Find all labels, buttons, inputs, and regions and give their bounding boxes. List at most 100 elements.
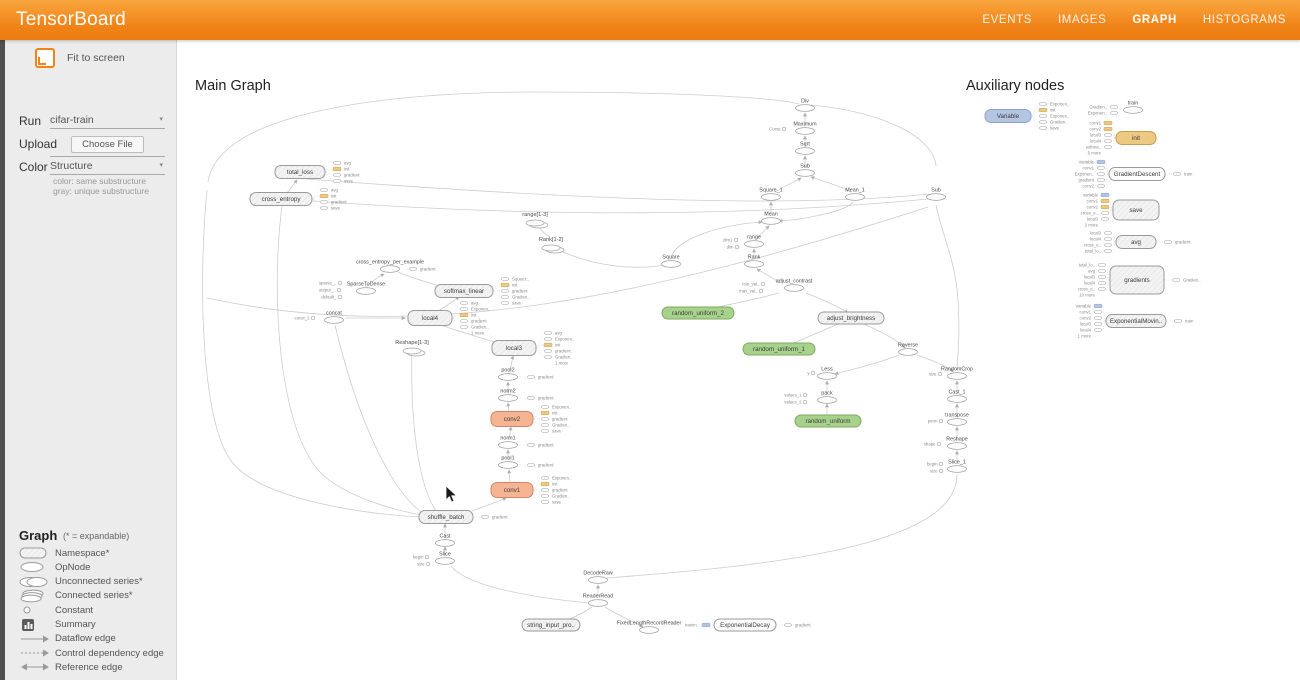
graph-node-string_input_pro[interactable]: string_input_pro.. bbox=[522, 619, 580, 631]
svg-text:conv1: conv1 bbox=[504, 487, 521, 494]
graph-node-Square[interactable]: Square bbox=[662, 255, 681, 268]
graph-node-local4[interactable]: local4avgExponen..initgradientGradien..1… bbox=[408, 301, 490, 336]
graph-node-SparseToDense[interactable]: SparseToDense bbox=[347, 282, 385, 295]
graph-node-size[interactable]: size bbox=[417, 562, 430, 567]
graph-node-adjust_brightness[interactable]: adjust_brightness bbox=[818, 312, 884, 324]
graph-node-Cast[interactable]: Cast bbox=[436, 534, 455, 547]
graph-node-values_2[interactable]: values_2 bbox=[784, 400, 807, 405]
graph-node-Sub[interactable]: Sub bbox=[796, 164, 815, 177]
svg-text:init: init bbox=[552, 411, 558, 416]
graph-node-range[interactable]: range bbox=[745, 235, 764, 248]
graph-node-max_val[interactable]: max_val.. bbox=[739, 289, 763, 294]
nav-item-images[interactable]: IMAGES bbox=[1058, 14, 1106, 26]
graph-node-conv1[interactable]: conv1Exponen..initgradientGradien..save bbox=[491, 476, 571, 505]
graph-node-output_[interactable]: output_.. bbox=[319, 288, 341, 293]
graph-node-softmax_linear[interactable]: softmax_linearSqueez..initgradientGradie… bbox=[435, 277, 530, 306]
choose-file-button[interactable]: Choose File bbox=[71, 136, 144, 153]
graph-node-Reshape[1-3][interactable]: Reshape[1-3] bbox=[395, 340, 429, 356]
color-select[interactable]: Structure ▾ bbox=[50, 160, 165, 175]
graph-node-conv2[interactable]: conv2Exponen..initgradientGradien..save bbox=[491, 405, 571, 434]
graph-node-norm2[interactable]: norm2gradient bbox=[499, 389, 555, 402]
svg-text:gradient: gradient bbox=[538, 463, 554, 468]
graph-node-random_uniform[interactable]: random_uniform bbox=[795, 415, 861, 427]
graph-node-Slice[interactable]: Slice bbox=[436, 552, 455, 565]
nav-item-graph[interactable]: GRAPH bbox=[1132, 14, 1177, 26]
svg-text:Gradien..: Gradien.. bbox=[471, 325, 489, 330]
sidebar-scrollbar[interactable] bbox=[0, 40, 5, 680]
graph-node-gradients[interactable]: gradientsGradien..total_lo..avglocal3loc… bbox=[1078, 263, 1201, 298]
svg-text:save: save bbox=[1050, 126, 1060, 131]
graph-node-Less[interactable]: Less bbox=[818, 367, 837, 380]
graph-node-Mean[interactable]: Mean bbox=[762, 212, 781, 225]
run-select[interactable]: cifar-train ▾ bbox=[50, 114, 165, 129]
graph-node-RandomCrop[interactable]: RandomCrop bbox=[941, 367, 973, 380]
graph-node-random_uniform_1[interactable]: random_uniform_1 bbox=[743, 343, 815, 355]
graph-node-Reverse[interactable]: Reverse bbox=[898, 343, 918, 356]
graph-node-shuffle_batch[interactable]: shuffle_batchgradient bbox=[419, 511, 508, 524]
graph-node-local3[interactable]: local3avgExponen..initgradientGradien..1… bbox=[492, 331, 574, 366]
graph-node-begin[interactable]: begin bbox=[927, 462, 943, 467]
graph-node-begin[interactable]: begin bbox=[413, 555, 429, 560]
graph-node-avg[interactable]: avggradientlocal3local4cross_e..total_lo… bbox=[1084, 231, 1192, 254]
graph-node-Mean_1[interactable]: Mean_1 bbox=[845, 188, 864, 201]
graph-node-dim1[interactable]: dim1 bbox=[723, 238, 738, 243]
graph-node-norm1[interactable]: norm1gradient bbox=[499, 436, 555, 449]
graph-edge bbox=[306, 179, 930, 201]
legend-item-label: OpNode bbox=[55, 562, 90, 573]
graph-node-default_[interactable]: default_ bbox=[321, 295, 342, 300]
graph-node-dim[interactable]: dim bbox=[727, 245, 739, 250]
graph-node-Reshape[interactable]: Reshape bbox=[946, 437, 968, 450]
graph-edge bbox=[437, 297, 459, 312]
graph-node-Cast_1[interactable]: Cast_1 bbox=[948, 390, 967, 403]
graph-node-cross_entropy[interactable]: cross_entropyavginitgradientsave bbox=[250, 188, 347, 211]
legend-item-summary: Summary bbox=[19, 618, 96, 632]
graph-node-DecodeRaw[interactable]: DecodeRaw bbox=[583, 571, 612, 584]
graph-node-FixedLengthRecordReader[interactable]: FixedLengthRecordReader bbox=[617, 621, 682, 634]
graph-node-pool2[interactable]: pool2gradient bbox=[499, 368, 555, 381]
graph-node-y[interactable]: y bbox=[807, 371, 814, 376]
graph-node-init[interactable]: initconv1conv2local3local4softma..5 more bbox=[1086, 121, 1156, 156]
graph-node-const_2[interactable]: const_2 bbox=[294, 316, 314, 321]
graph-node-ExponentialDecay[interactable]: ExponentialDecaygradienttrainin.. bbox=[685, 619, 811, 631]
svg-text:local4: local4 bbox=[1090, 139, 1102, 144]
graph-node-Sqrt[interactable]: Sqrt bbox=[796, 142, 815, 155]
svg-text:ExponentialDecay: ExponentialDecay bbox=[720, 622, 771, 629]
graph-node-ReaderRead[interactable]: ReaderRead bbox=[583, 594, 614, 607]
graph-node-min_val[interactable]: min_val.. bbox=[742, 282, 765, 287]
svg-text:2 more: 2 more bbox=[1085, 223, 1099, 228]
fit-to-screen-label: Fit to screen bbox=[67, 52, 125, 64]
graph-node-range[1-3][interactable]: range[1-3] bbox=[522, 212, 548, 228]
graph-node-values_1[interactable]: values_1 bbox=[784, 393, 807, 398]
graph-node-adjust_contrast[interactable]: adjust_contrast bbox=[776, 279, 813, 292]
graph-canvas[interactable]: total_lossavginitgradientsavecross_entro… bbox=[176, 40, 1300, 680]
graph-node-Square_1[interactable]: Square_1 bbox=[759, 188, 782, 201]
fit-to-screen-button[interactable]: Fit to screen bbox=[35, 48, 125, 68]
svg-text:Gradien..: Gradien.. bbox=[1050, 120, 1068, 125]
graph-node-transpose[interactable]: transpose bbox=[945, 413, 969, 426]
graph-node-ExponentialMovin[interactable]: ExponentialMovin..trainVariableconv1conv… bbox=[1076, 304, 1194, 339]
graph-node-concat[interactable]: concat bbox=[325, 311, 344, 324]
graph-node-cross_entropy_per_example[interactable]: cross_entropy_per_examplegradient bbox=[356, 260, 436, 273]
graph-node-save[interactable]: savevariableconv1conv2cross_e..local32 m… bbox=[1081, 193, 1159, 228]
graph-node-Const[interactable]: Const bbox=[769, 127, 786, 132]
graph-node-random_uniform_2[interactable]: random_uniform_2 bbox=[662, 307, 734, 319]
graph-edge bbox=[936, 205, 959, 370]
graph-node-GradientDescent[interactable]: GradientDescenttrainVariableconv1Exponen… bbox=[1075, 160, 1193, 189]
nav-item-events[interactable]: EVENTS bbox=[982, 14, 1032, 26]
graph-node-Rank[1-2][interactable]: Rank[1-2] bbox=[539, 237, 564, 253]
svg-text:Sub: Sub bbox=[800, 164, 810, 170]
graph-node-size[interactable]: size bbox=[929, 372, 942, 377]
svg-text:gradient: gradient bbox=[538, 375, 554, 380]
graph-node-Slice_1[interactable]: Slice_1 bbox=[948, 460, 967, 473]
graph-edge bbox=[779, 202, 853, 221]
graph-node-perm[interactable]: perm bbox=[928, 419, 943, 424]
graph-node-pool1[interactable]: pool1gradient bbox=[499, 456, 555, 469]
nav-item-histograms[interactable]: HISTOGRAMS bbox=[1203, 14, 1286, 26]
graph-node-shape[interactable]: shape bbox=[924, 442, 941, 447]
graph-node-size[interactable]: size bbox=[930, 469, 943, 474]
graph-node-sparse_[interactable]: sparse_.. bbox=[319, 281, 342, 286]
graph-node-pack[interactable]: pack bbox=[818, 391, 837, 404]
graph-node-train[interactable]: trainGradien..Exponen.. bbox=[1088, 101, 1143, 116]
graph-node-Variable[interactable]: VariableExponen..initExponen..Gradien..s… bbox=[985, 102, 1069, 131]
graph-node-Maximum[interactable]: Maximum bbox=[793, 122, 817, 135]
